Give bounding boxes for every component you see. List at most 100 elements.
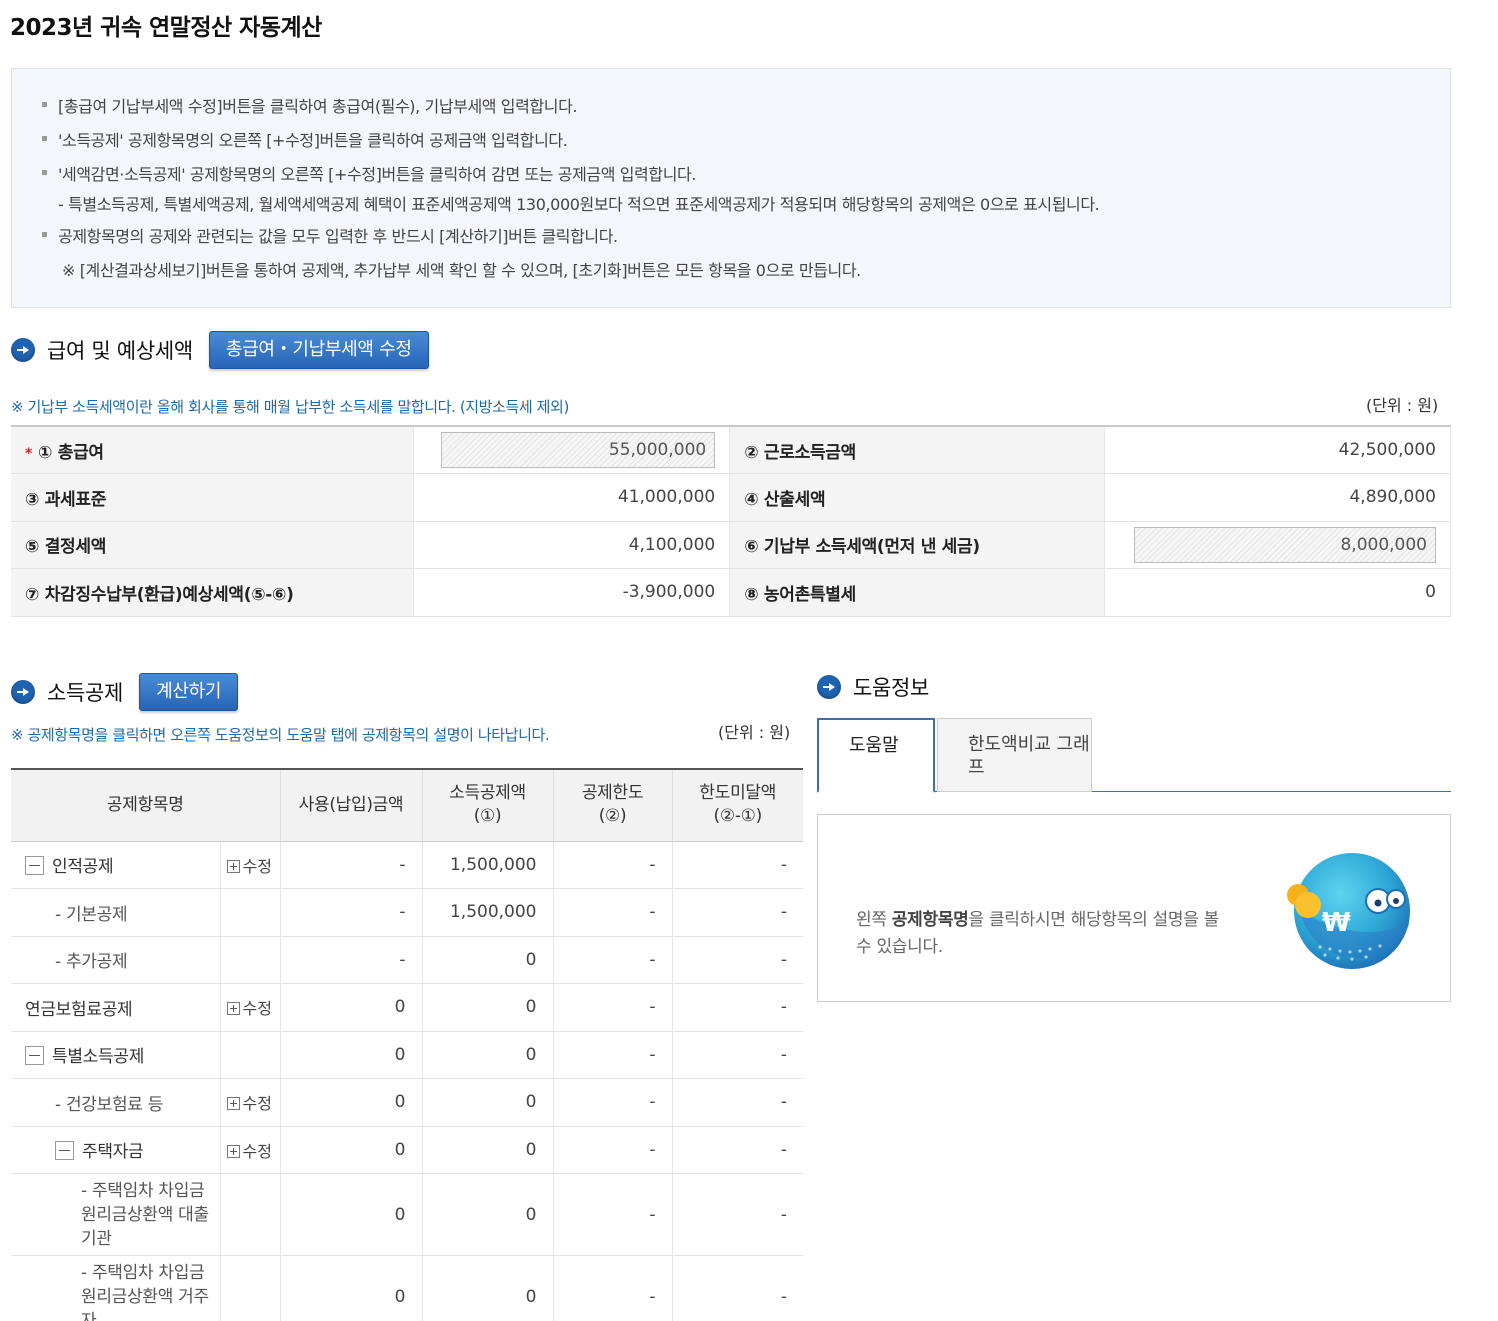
table-cell: 0 — [421, 936, 553, 984]
deduction-item-rent-loan-resident[interactable]: - 주택임차 차입금 원리금상환액 거주자 — [11, 1255, 220, 1321]
column-header: 공제한도(②) — [552, 769, 672, 842]
table-row: 주택자금 수정 0 0 - - — [11, 1126, 803, 1174]
deduction-item-rent-loan-institution[interactable]: - 주택임차 차입금 원리금상환액 대출기관 — [11, 1173, 220, 1256]
calculate-button[interactable]: 계산하기 — [139, 673, 239, 711]
plus-icon — [226, 1097, 240, 1111]
deduction-item-pension[interactable]: 연금보험료공제 — [11, 983, 220, 1032]
tab-help[interactable]: 도움말 — [817, 718, 935, 793]
edit-button[interactable]: 수정 — [219, 1126, 280, 1174]
table-cell: - — [552, 1078, 672, 1127]
table-label: ④ 산출세액 — [729, 473, 1105, 522]
table-cell: - — [552, 936, 672, 984]
deduction-table: 공제항목명 사용(납입)금액 소득공제액(①) 공제한도(②) 한도미달액(②-… — [11, 768, 803, 1321]
unit-label: (단위 : 원) — [1366, 396, 1439, 415]
table-cell — [219, 888, 280, 937]
notice-line: [총급여 기납부세액 수정]버튼을 클릭하여 총급여(필수), 기납부세액 입력… — [42, 93, 1450, 127]
table-cell — [219, 1031, 280, 1079]
table-cell: 0 — [421, 1126, 553, 1174]
table-cell: 1,500,000 — [421, 888, 553, 937]
table-cell: - — [552, 841, 672, 889]
table-label: ⑥ 기납부 소득세액(먼저 낸 세금) — [729, 521, 1105, 569]
deduction-item-personal[interactable]: 인적공제 — [11, 841, 220, 889]
column-header: 소득공제액(①) — [421, 769, 553, 842]
deduction-item-special[interactable]: 특별소득공제 — [11, 1031, 220, 1079]
table-cell: - — [671, 888, 803, 937]
table-cell: 0 — [279, 1126, 422, 1174]
table-row: - 주택임차 차입금 원리금상환액 대출기관 0 0 - - — [11, 1173, 803, 1256]
svg-text:₩: ₩ — [1322, 908, 1351, 938]
table-cell: 0 — [279, 983, 422, 1032]
tab-limit-graph[interactable]: 한도액비교 그래프 — [937, 718, 1092, 792]
notice-line: ※ [계산결과상세보기]버튼을 통하여 공제액, 추가납부 세액 확인 할 수 … — [62, 261, 861, 280]
table-label: ⑧ 농어촌특별세 — [729, 568, 1105, 617]
table-row: * ① 총급여 55,000,000 ② 근로소득금액 42,500,000 — [11, 426, 1452, 474]
deduction-item-additional[interactable]: - 추가공제 — [11, 936, 220, 984]
table-row: - 건강보험료 등 수정 0 0 - - — [11, 1078, 803, 1127]
table-value: 0 — [1103, 568, 1452, 617]
help-text: 왼쪽 공제항목명을 클릭하시면 해당항목의 설명을 볼 수 있습니다. — [856, 910, 1220, 957]
table-cell: - — [279, 936, 422, 984]
table-cell: 0 — [279, 1078, 422, 1127]
section-title: 급여 및 예상세액 — [47, 339, 193, 363]
table-cell: - — [552, 1031, 672, 1079]
total-salary-field[interactable]: 55,000,000 — [441, 432, 716, 468]
notice-line: 공제항목명의 공제와 관련되는 값을 모두 입력한 후 반드시 [계산하기]버튼… — [42, 223, 1450, 257]
table-cell: - — [671, 1126, 803, 1174]
notice-box: [총급여 기납부세액 수정]버튼을 클릭하여 총급여(필수), 기납부세액 입력… — [11, 68, 1451, 308]
table-cell: - — [671, 1031, 803, 1079]
edit-salary-button[interactable]: 총급여・기납부세액 수정 — [208, 331, 429, 369]
deduction-section-header: 소득공제 계산하기 — [11, 673, 239, 711]
table-row: ⑤ 결정세액 4,100,000 ⑥ 기납부 소득세액(먼저 낸 세금) 8,0… — [11, 521, 1452, 569]
unit-label: (단위 : 원) — [718, 723, 791, 742]
table-cell — [219, 1255, 280, 1321]
edit-button[interactable]: 수정 — [219, 1078, 280, 1127]
deduction-note: ※ 공제항목명을 클릭하면 오른쪽 도움정보의 도움말 탭에 공제항목의 설명이… — [11, 726, 550, 744]
plus-icon — [226, 1144, 240, 1158]
section-title: 소득공제 — [47, 681, 124, 705]
table-cell: - — [552, 1126, 672, 1174]
deduction-item-basic[interactable]: - 기본공제 — [11, 888, 220, 937]
prepaid-tax-field[interactable]: 8,000,000 — [1134, 526, 1436, 563]
coin-mascot-icon: ₩ — [1287, 853, 1410, 969]
notice-line: '세액감면·소득공제' 공제항목명의 오른쪽 [+수정]버튼을 클릭하여 감면 … — [42, 161, 1450, 191]
table-cell — [219, 936, 280, 984]
table-header-row: 공제항목명 사용(납입)금액 소득공제액(①) 공제한도(②) 한도미달액(②-… — [11, 769, 803, 842]
salary-note: ※ 기납부 소득세액이란 올해 회사를 통해 매월 납부한 소득세를 말합니다.… — [11, 398, 569, 416]
table-row: 연금보험료공제 수정 0 0 - - — [11, 983, 803, 1032]
collapse-icon[interactable] — [25, 856, 44, 876]
notice-line: '소득공제' 공제항목명의 오른쪽 [+수정]버튼을 클릭하여 공제금액 입력합… — [42, 127, 1450, 161]
edit-button[interactable]: 수정 — [219, 841, 280, 889]
table-cell: - — [279, 888, 422, 937]
table-cell: 1,500,000 — [421, 841, 553, 889]
table-cell: - — [671, 1255, 803, 1321]
collapse-icon[interactable] — [55, 1141, 74, 1161]
notice-line: - 특별소득공제, 특별세액공제, 월세액세액공제 혜택이 표준세액공제액 13… — [58, 195, 1100, 214]
column-header: 사용(납입)금액 — [279, 769, 422, 842]
page-title: 2023년 귀속 연말정산 자동계산 — [10, 15, 322, 41]
edit-button[interactable]: 수정 — [219, 983, 280, 1032]
help-tabs: 도움말 한도액비교 그래프 — [817, 718, 1451, 793]
deduction-item-housing[interactable]: 주택자금 — [11, 1126, 220, 1174]
table-cell: - — [552, 888, 672, 937]
arrow-circle-icon — [11, 680, 35, 704]
arrow-circle-icon — [817, 675, 841, 699]
table-value: 4,100,000 — [413, 521, 731, 569]
column-header: 한도미달액(②-①) — [671, 769, 803, 842]
table-row: - 주택임차 차입금 원리금상환액 거주자 0 0 - - — [11, 1255, 803, 1321]
section-title: 도움정보 — [853, 676, 930, 700]
table-cell: 0 — [279, 1173, 422, 1256]
column-header: 공제항목명 — [11, 769, 280, 842]
table-value: 42,500,000 — [1103, 426, 1452, 474]
table-cell: - — [552, 1255, 672, 1321]
plus-icon — [226, 859, 240, 873]
table-row: - 추가공제 - 0 - - — [11, 936, 803, 984]
deduction-item-health[interactable]: - 건강보험료 등 — [11, 1078, 220, 1127]
table-value: 4,890,000 — [1103, 473, 1452, 522]
table-cell: - — [671, 936, 803, 984]
collapse-icon[interactable] — [25, 1046, 44, 1066]
table-cell: 0 — [421, 1173, 553, 1256]
table-cell: - — [671, 983, 803, 1032]
table-cell: - — [671, 841, 803, 889]
help-section-header: 도움정보 — [817, 672, 929, 702]
table-cell: - — [552, 1173, 672, 1256]
